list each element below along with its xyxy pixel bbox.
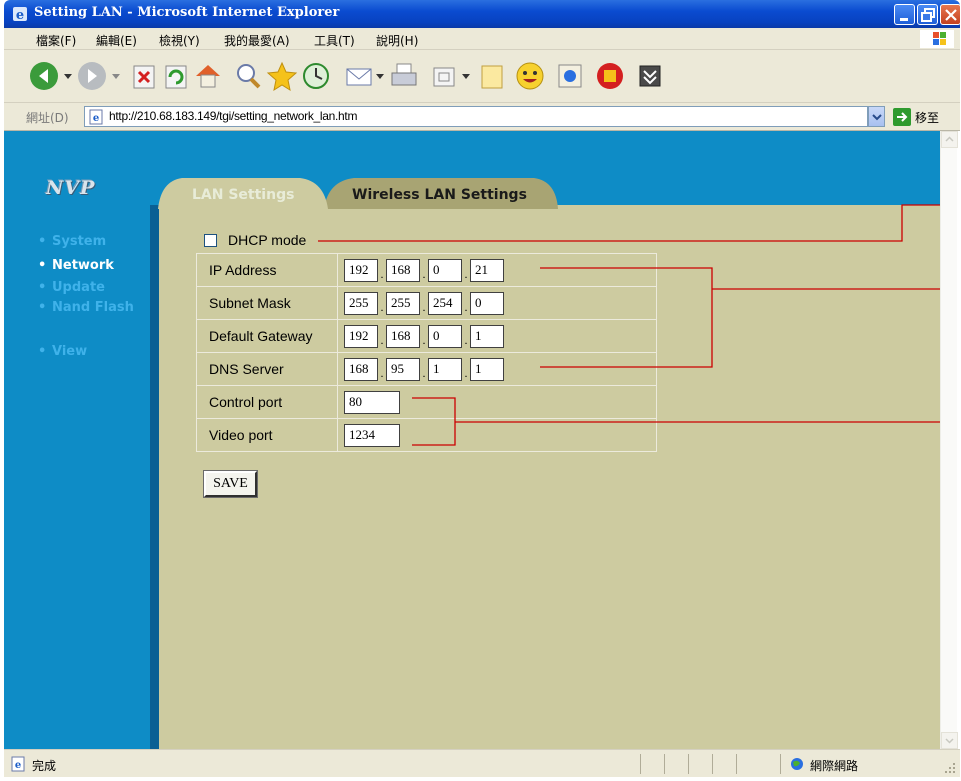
menu-view[interactable]: 檢視(Y) (159, 32, 200, 49)
mail-dropdown-icon[interactable] (376, 72, 384, 80)
menu-file[interactable]: 檔案(F) (36, 32, 76, 49)
address-bar: 網址(D) e http://210.68.183.149/tgi/settin… (4, 103, 960, 131)
maximize-button[interactable] (917, 4, 938, 25)
scroll-down-button[interactable] (941, 732, 958, 749)
media-icon[interactable] (554, 60, 586, 92)
favorites-icon[interactable] (266, 60, 298, 92)
forward-icon[interactable] (76, 60, 108, 92)
svg-text:e: e (16, 8, 24, 22)
svg-text:e: e (15, 760, 21, 771)
extra-icon[interactable] (634, 60, 666, 92)
restore-icon (921, 8, 935, 22)
zone-text: 網際網路 (810, 759, 859, 773)
dhcp-callout-line (318, 204, 940, 242)
menu-bar: 檔案(F) 編輯(E) 檢視(Y) 我的最愛(A) 工具(T) 說明(H) (4, 28, 960, 50)
title-bar[interactable]: e Setting LAN - Microsoft Internet Explo… (4, 0, 961, 28)
page-done-icon: e (11, 756, 25, 772)
refresh-icon[interactable] (160, 60, 192, 92)
page-icon: e (89, 109, 103, 125)
windows-logo-icon (920, 30, 954, 48)
toolbar (4, 50, 960, 103)
scroll-up-button[interactable] (941, 131, 958, 148)
menu-edit[interactable]: 編輯(E) (96, 32, 137, 49)
annotation-callouts (318, 204, 940, 446)
edit-dropdown-icon[interactable] (462, 72, 470, 80)
port-callout-top (412, 397, 456, 446)
address-input[interactable]: e http://210.68.183.149/tgi/setting_netw… (84, 106, 868, 127)
back-icon[interactable] (28, 60, 60, 92)
forward-dropdown-icon[interactable] (112, 72, 120, 80)
ie-icon: e (13, 7, 27, 22)
close-button[interactable] (940, 4, 961, 25)
menu-favorites[interactable]: 我的最愛(A) (224, 32, 290, 49)
research-icon[interactable] (594, 60, 626, 92)
minimize-button[interactable] (894, 4, 915, 25)
search-icon[interactable] (232, 60, 264, 92)
edit-icon[interactable] (428, 60, 460, 92)
status-bar: e 完成 網際網路 (4, 749, 960, 777)
close-icon (945, 9, 957, 21)
discuss-icon[interactable] (476, 60, 508, 92)
chevron-down-icon (872, 114, 882, 121)
chevron-down-icon (945, 738, 954, 744)
status-text: 完成 (32, 759, 57, 773)
messenger-icon[interactable] (514, 60, 546, 92)
mail-icon[interactable] (344, 60, 376, 92)
chevron-up-icon (945, 136, 954, 142)
ip-callout-top (540, 267, 713, 368)
menu-help[interactable]: 說明(H) (376, 32, 418, 49)
menu-tools[interactable]: 工具(T) (314, 32, 355, 49)
print-icon[interactable] (388, 60, 420, 92)
address-dropdown-button[interactable] (868, 106, 885, 127)
window-title: Setting LAN - Microsoft Internet Explore… (34, 5, 340, 20)
home-icon[interactable] (192, 60, 224, 92)
page-content: NVP • System • Network • Update • Nand Flash… (4, 131, 940, 749)
stop-icon[interactable] (128, 60, 160, 92)
back-dropdown-icon[interactable] (64, 72, 72, 80)
go-button-label[interactable]: 移至 (915, 109, 939, 126)
internet-zone-icon (791, 758, 803, 770)
address-label: 網址(D) (26, 111, 69, 125)
svg-text:e: e (93, 113, 99, 124)
resize-grip-icon[interactable] (944, 762, 956, 774)
history-icon[interactable] (300, 60, 332, 92)
vertical-scrollbar[interactable] (940, 131, 958, 749)
address-url: http://210.68.183.149/tgi/setting_networ… (109, 109, 358, 123)
minimize-icon (900, 18, 908, 21)
go-arrow-icon[interactable] (893, 108, 911, 126)
